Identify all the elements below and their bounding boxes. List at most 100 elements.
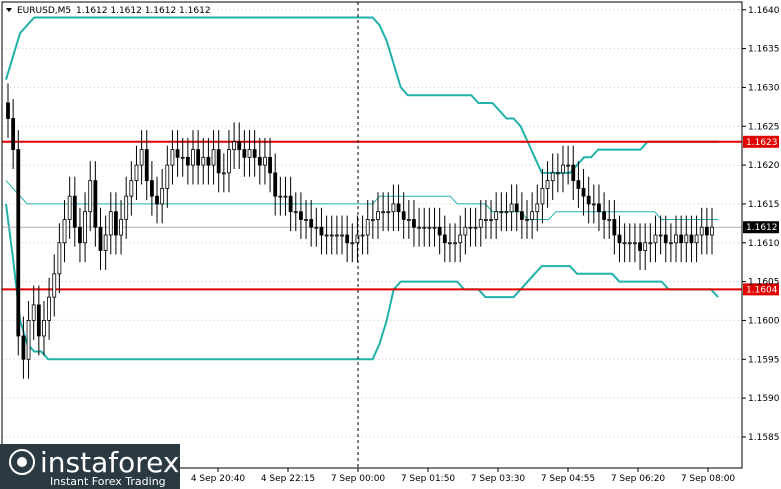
candle-body xyxy=(432,226,437,229)
candle-body xyxy=(576,180,581,189)
candle-body xyxy=(509,203,514,213)
candle-body xyxy=(83,211,87,244)
candle-body xyxy=(257,156,262,166)
candle-body xyxy=(643,242,648,251)
candle-body xyxy=(365,219,370,236)
candle-body xyxy=(381,211,386,214)
candle-body xyxy=(514,203,519,213)
candle-body xyxy=(658,234,663,237)
candle-body xyxy=(319,226,324,236)
x-tick-label: 7 Sep 01:50 xyxy=(401,474,456,484)
x-tick-label: 4 Sep 20:40 xyxy=(191,474,246,484)
candle-body xyxy=(36,304,41,337)
candle-body xyxy=(550,172,555,182)
candle-body xyxy=(6,102,10,119)
candle-body xyxy=(206,156,211,166)
candle-body xyxy=(561,164,565,174)
candle-body xyxy=(334,234,339,237)
candle-body xyxy=(468,226,473,229)
candle-body xyxy=(216,149,221,174)
y-tick-label: 1.1630 xyxy=(748,83,780,93)
candle-body xyxy=(232,141,237,150)
candle-body xyxy=(525,219,529,221)
candle-body xyxy=(591,203,596,206)
candle-body xyxy=(88,180,93,213)
candle-body xyxy=(648,242,653,245)
candle-body xyxy=(47,296,52,321)
candle-body xyxy=(227,149,231,174)
candle-body xyxy=(370,219,375,221)
candle-body xyxy=(78,226,82,244)
price-chart[interactable]: 1.16231.16041.1612 1.16401.16351.16301.1… xyxy=(0,0,781,489)
candle-body xyxy=(329,234,334,237)
candle-body xyxy=(288,195,293,213)
candle-body xyxy=(273,172,278,197)
candle-body xyxy=(376,211,380,220)
candle-body xyxy=(309,219,314,228)
candle-body xyxy=(448,242,452,245)
candle-body xyxy=(442,234,447,244)
candle-body xyxy=(139,149,144,166)
candle-body xyxy=(483,219,488,221)
candle-body xyxy=(170,149,175,166)
candle-body xyxy=(679,234,684,244)
candle-body xyxy=(586,195,591,205)
candle-body xyxy=(668,242,673,245)
candle-body xyxy=(684,234,689,244)
x-tick-label: 4 Sep 22:15 xyxy=(261,474,315,484)
candle-body xyxy=(134,164,139,182)
candle-body xyxy=(350,242,355,245)
candle-body xyxy=(119,219,123,236)
x-tick-label: 7 Sep 03:30 xyxy=(471,474,526,484)
y-tick-label: 1.1600 xyxy=(748,316,780,326)
candle-body xyxy=(263,156,267,166)
candle-body xyxy=(633,242,637,245)
x-tick-label: 7 Sep 08:00 xyxy=(681,474,736,484)
candle-body xyxy=(242,149,247,158)
y-tick-label: 1.1635 xyxy=(748,45,780,55)
candle-body xyxy=(710,226,714,236)
candle-body xyxy=(304,219,308,221)
chart-title: EURUSD,M5 1.1612 1.1612 1.1612 1.1612 xyxy=(6,6,211,16)
instaforex-logo: instaforex Instant Forex Trading xyxy=(0,444,180,489)
candle-body xyxy=(437,226,442,236)
candle-body xyxy=(694,234,699,244)
candle-body xyxy=(581,187,586,197)
y-tick-label: 1.1590 xyxy=(748,394,780,404)
candle-body xyxy=(427,226,432,229)
candle-body xyxy=(149,180,154,197)
candle-body xyxy=(401,211,406,220)
candle-body xyxy=(412,219,416,228)
candle-body xyxy=(52,273,57,298)
candle-body xyxy=(674,234,678,244)
candle-body xyxy=(627,242,632,245)
candle-body xyxy=(617,234,622,244)
candle-body xyxy=(478,219,483,228)
candle-body xyxy=(144,149,149,182)
candle-body xyxy=(345,234,350,244)
candle-body xyxy=(57,242,62,275)
candle-body xyxy=(458,234,463,244)
level-label: 1.1623 xyxy=(746,138,778,148)
candle-body xyxy=(93,180,98,228)
candle-body xyxy=(566,164,571,167)
candle-body xyxy=(160,187,165,205)
candle-body xyxy=(155,195,159,205)
candle-body xyxy=(26,320,31,360)
symbol-label: EURUSD,M5 xyxy=(17,6,71,16)
candle-body xyxy=(103,234,108,251)
candle-body xyxy=(201,156,206,166)
candle-body xyxy=(98,226,103,251)
candle-body xyxy=(278,195,283,198)
candle-body xyxy=(247,149,252,158)
x-tick-label: 7 Sep 04:55 xyxy=(541,474,595,484)
candle-body xyxy=(555,172,560,175)
candle-body xyxy=(252,149,257,158)
y-tick-label: 1.1640 xyxy=(748,6,780,16)
candle-body xyxy=(72,195,77,228)
y-tick-label: 1.1620 xyxy=(748,161,780,171)
chart-background xyxy=(0,0,781,489)
candle-body xyxy=(607,219,612,221)
candle-body xyxy=(473,226,478,229)
candle-body xyxy=(499,211,504,214)
